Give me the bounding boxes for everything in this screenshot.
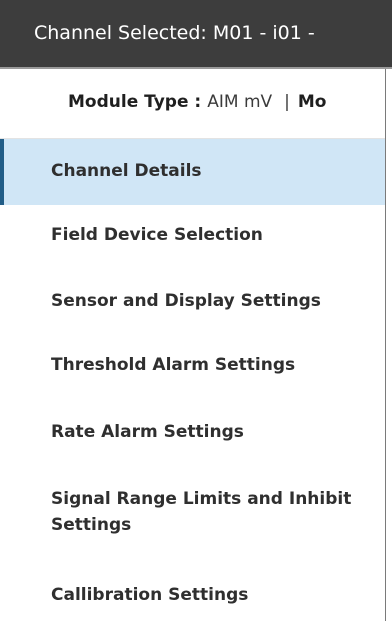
menu-item-sensor-display-settings[interactable]: Sensor and Display Settings [0, 271, 386, 337]
menu-item-channel-details[interactable]: Channel Details [0, 139, 386, 205]
module-next-label: Mo [297, 92, 327, 112]
module-info: Module Type : AIM mV | Mo [68, 92, 326, 112]
menu-item-field-device-selection[interactable]: Field Device Selection [0, 205, 386, 271]
module-info-row: Module Type : AIM mV | Mo [0, 69, 386, 139]
module-type-label: Module Type : [68, 92, 202, 112]
menu-item-label: Sensor and Display Settings [51, 291, 321, 311]
channel-selected-title: Channel Selected: M01 - i01 - [34, 22, 315, 44]
menu-item-label: Field Device Selection [51, 225, 263, 245]
menu-item-rate-alarm-settings[interactable]: Rate Alarm Settings [0, 403, 386, 469]
menu-item-threshold-alarm-settings[interactable]: Threshold Alarm Settings [0, 337, 386, 403]
menu-item-label: Callibration Settings [51, 585, 249, 605]
menu-item-label: Channel Details [51, 161, 202, 181]
menu-item-label: Rate Alarm Settings [51, 422, 244, 442]
module-separator: | [284, 92, 290, 112]
menu-item-label: Signal Range Limits and Inhibit Settings [51, 489, 352, 535]
module-type-value: AIM mV [207, 92, 273, 112]
menu-item-callibration-settings[interactable]: Callibration Settings [0, 565, 386, 621]
menu-item-signal-range-limits[interactable]: Signal Range Limits and Inhibit Settings [0, 469, 386, 565]
channel-config-panel: Channel Selected: M01 - i01 - Module Typ… [0, 0, 392, 621]
title-bar: Channel Selected: M01 - i01 - [0, 0, 392, 69]
panel-edge-divider [385, 69, 386, 621]
menu-item-label: Threshold Alarm Settings [51, 355, 296, 375]
